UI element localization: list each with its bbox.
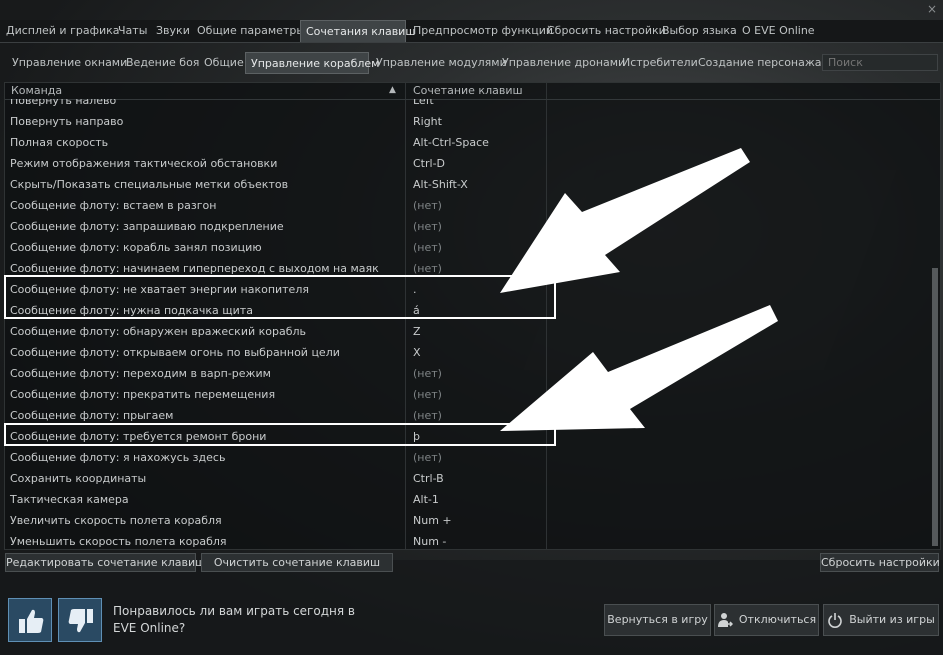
clear-shortcut-button[interactable]: Очистить сочетание клавиш xyxy=(201,553,393,572)
user-disconnect-icon xyxy=(717,613,733,627)
feedback-question: Понравилось ли вам играть сегодня в EVE … xyxy=(113,604,355,635)
power-icon xyxy=(828,613,843,628)
thumbs-down-button[interactable] xyxy=(58,598,102,642)
arrow-icon xyxy=(500,148,750,293)
thumbs-down-icon xyxy=(68,609,93,633)
disconnect-button[interactable]: Отключиться xyxy=(714,604,819,636)
edit-shortcut-button[interactable]: Редактировать сочетание клавиш xyxy=(5,553,205,572)
reset-settings-button[interactable]: Сбросить настройки xyxy=(820,553,940,572)
thumbs-up-button[interactable] xyxy=(8,598,52,642)
arrow-icon xyxy=(500,305,778,431)
return-to-game-button[interactable]: Вернуться в игру xyxy=(604,604,711,636)
thumbs-up-icon xyxy=(19,609,44,633)
quit-game-button[interactable]: Выйти из игры xyxy=(823,604,939,636)
